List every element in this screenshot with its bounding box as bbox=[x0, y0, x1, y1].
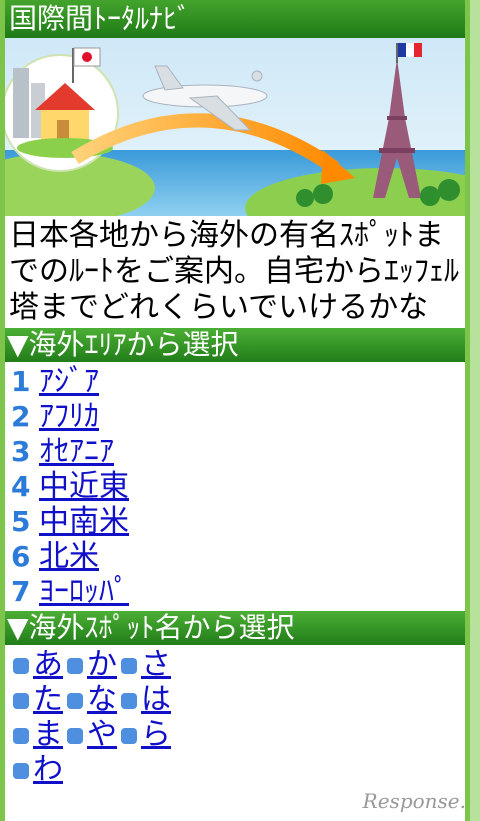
region-number: 3 bbox=[11, 435, 31, 468]
region-item: 1 ｱｼﾞｱ bbox=[11, 364, 465, 399]
square-bullet-icon bbox=[13, 692, 29, 709]
region-link[interactable]: ｱﾌﾘｶ bbox=[39, 399, 99, 434]
region-item: 6 北米 bbox=[11, 539, 465, 574]
kana-cell: や bbox=[65, 717, 117, 752]
region-number: 7 bbox=[11, 575, 31, 608]
kana-link[interactable]: か bbox=[87, 647, 117, 682]
kana-cell: ま bbox=[11, 717, 63, 752]
square-bullet-icon bbox=[13, 657, 29, 674]
watermark: Response. bbox=[362, 789, 466, 813]
region-number: 2 bbox=[11, 400, 31, 433]
kana-cell: な bbox=[65, 682, 117, 717]
square-bullet-icon bbox=[67, 692, 83, 709]
kana-cell: か bbox=[65, 647, 117, 682]
region-item: 2 ｱﾌﾘｶ bbox=[11, 399, 465, 434]
region-number: 1 bbox=[11, 365, 31, 398]
kana-cell: は bbox=[119, 682, 171, 717]
kana-row: まやら bbox=[11, 717, 465, 752]
kana-cell: さ bbox=[119, 647, 171, 682]
description-text: 日本各地から海外の有名ｽﾎﾟｯﾄまでのﾙｰﾄをご案内。自宅からｴｯﾌｪﾙ塔までど… bbox=[9, 218, 459, 325]
kana-row: あかさ bbox=[11, 647, 465, 682]
kana-link[interactable]: ま bbox=[33, 717, 63, 752]
kana-link[interactable]: わ bbox=[33, 752, 63, 787]
region-list: 1 ｱｼﾞｱ 2 ｱﾌﾘｶ 3 ｵｾｱﾆｱ 4 中近東 5 中南米 6 北米 7 ﾖｰﾛｯﾊﾟ bbox=[5, 362, 465, 609]
kana-grid: あかさたなはまやらわ bbox=[5, 645, 465, 787]
region-item: 3 ｵｾｱﾆｱ bbox=[11, 434, 465, 469]
square-bullet-icon bbox=[13, 762, 29, 779]
region-section-title: ▼海外ｴﾘｱから選択 bbox=[5, 328, 465, 362]
kana-link[interactable]: や bbox=[87, 717, 117, 752]
kana-link[interactable]: な bbox=[87, 682, 117, 717]
region-item: 7 ﾖｰﾛｯﾊﾟ bbox=[11, 574, 465, 609]
app-frame: 国際間ﾄｰﾀﾙﾅﾋﾞ 日本各地から海外の有名ｽﾎﾟｯﾄまでのﾙｰﾄをご案内。自宅… bbox=[0, 0, 470, 821]
kana-cell: ら bbox=[119, 717, 171, 752]
house-icon bbox=[5, 54, 119, 172]
square-bullet-icon bbox=[67, 727, 83, 744]
kana-link[interactable]: ら bbox=[141, 717, 171, 752]
kana-link[interactable]: た bbox=[33, 682, 63, 717]
region-link[interactable]: ｱｼﾞｱ bbox=[39, 364, 99, 399]
kana-link[interactable]: さ bbox=[141, 647, 171, 682]
region-number: 4 bbox=[11, 470, 31, 503]
region-number: 6 bbox=[11, 540, 31, 573]
region-item: 4 中近東 bbox=[11, 469, 465, 504]
square-bullet-icon bbox=[13, 727, 29, 744]
region-link[interactable]: 中南米 bbox=[39, 504, 129, 539]
kana-row: たなは bbox=[11, 682, 465, 717]
scrollbar[interactable] bbox=[470, 0, 480, 821]
square-bullet-icon bbox=[121, 657, 137, 674]
kana-link[interactable]: あ bbox=[33, 647, 63, 682]
region-link[interactable]: 北米 bbox=[39, 539, 99, 574]
region-link[interactable]: ｵｾｱﾆｱ bbox=[39, 434, 114, 469]
square-bullet-icon bbox=[67, 657, 83, 674]
region-number: 5 bbox=[11, 505, 31, 538]
kana-cell: た bbox=[11, 682, 63, 717]
region-link[interactable]: ﾖｰﾛｯﾊﾟ bbox=[39, 574, 129, 609]
hero-banner bbox=[5, 38, 465, 216]
kana-row: わ bbox=[11, 752, 465, 787]
header-title: 国際間ﾄｰﾀﾙﾅﾋﾞ bbox=[5, 0, 465, 38]
spot-section-title: ▼海外ｽﾎﾟｯﾄ名から選択 bbox=[5, 611, 465, 645]
square-bullet-icon bbox=[121, 692, 137, 709]
kana-cell: あ bbox=[11, 647, 63, 682]
region-item: 5 中南米 bbox=[11, 504, 465, 539]
region-link[interactable]: 中近東 bbox=[39, 469, 129, 504]
square-bullet-icon bbox=[121, 727, 137, 744]
kana-link[interactable]: は bbox=[141, 682, 171, 717]
kana-cell: わ bbox=[11, 752, 63, 787]
